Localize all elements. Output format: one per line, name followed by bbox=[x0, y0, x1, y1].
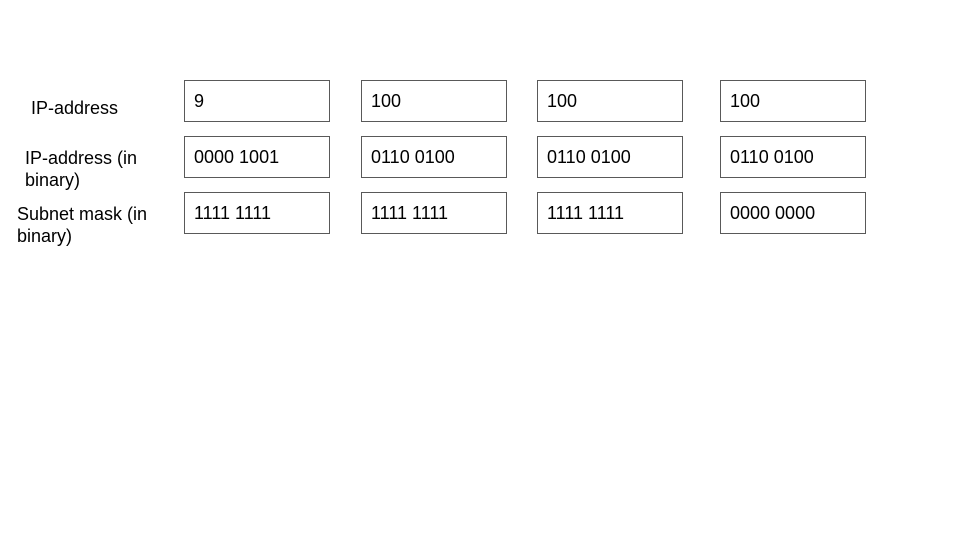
ip-octet-2-box: 100 bbox=[361, 80, 507, 122]
mask-binary-octet-4-box: 0000 0000 bbox=[720, 192, 866, 234]
mask-binary-octet-3-box: 1111 1111 bbox=[537, 192, 683, 234]
ip-octet-4-box: 100 bbox=[720, 80, 866, 122]
ip-binary-octet-2-box: 0110 0100 bbox=[361, 136, 507, 178]
ip-binary-octet-4-box: 0110 0100 bbox=[720, 136, 866, 178]
mask-binary-octet-1-box: 1111 1111 bbox=[184, 192, 330, 234]
row-label-ip-address: IP-address bbox=[31, 98, 119, 118]
mask-binary-octet-2-box: 1111 1111 bbox=[361, 192, 507, 234]
ip-octet-1-box: 9 bbox=[184, 80, 330, 122]
ip-octet-3-box: 100 bbox=[537, 80, 683, 122]
ip-binary-octet-1-box: 0000 1001 bbox=[184, 136, 330, 178]
ip-binary-octet-3-box: 0110 0100 bbox=[537, 136, 683, 178]
slide-canvas: IP-address 9 100 100 100 IP-address (in … bbox=[0, 0, 960, 540]
row-label-ip-binary: IP-address (in binary) bbox=[25, 148, 138, 190]
row-label-subnet-mask-binary: Subnet mask (in binary) bbox=[17, 204, 148, 246]
